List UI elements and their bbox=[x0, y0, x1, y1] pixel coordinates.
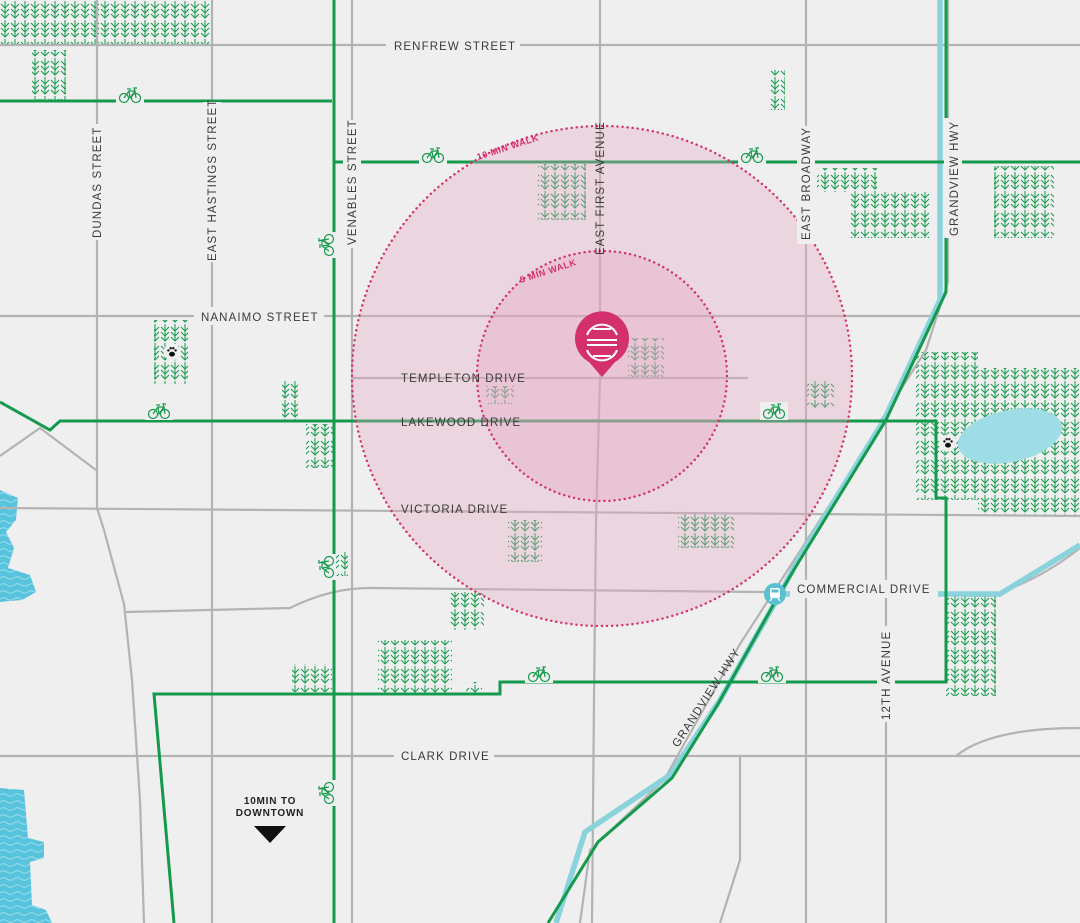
street-label-templeton: TEMPLETON DRIVE bbox=[401, 373, 526, 385]
street-label-east-first: EAST FIRST AVENUE bbox=[595, 121, 607, 255]
bike-icon bbox=[145, 402, 173, 420]
bike-icon bbox=[316, 780, 336, 806]
bike-icon bbox=[758, 665, 786, 683]
transit-station-icon bbox=[764, 583, 786, 605]
street-label-east-broadway: EAST BROADWAY bbox=[801, 127, 813, 240]
water bbox=[0, 490, 52, 923]
street-label-grandview-diagonal: GRANDVIEW HWY bbox=[670, 646, 743, 749]
bike-icon bbox=[419, 146, 447, 164]
street-label-lakewood: LAKEWOOD DRIVE bbox=[401, 417, 521, 429]
neighbourhood-map: 10 MIN WALK 5 MIN WALK RENFREW STREET NA… bbox=[0, 0, 1080, 923]
bike-icon bbox=[738, 146, 766, 164]
street-label-commercial: COMMERCIAL DRIVE bbox=[797, 584, 930, 596]
street-label-victoria: VICTORIA DRIVE bbox=[401, 504, 508, 516]
downtown-label-line2: DOWNTOWN bbox=[236, 808, 304, 819]
paw-icon bbox=[163, 343, 181, 361]
downtown-indicator: 10MIN TO DOWNTOWN bbox=[236, 796, 304, 843]
paw-icon bbox=[939, 434, 957, 452]
bike-icon bbox=[316, 232, 336, 258]
bike-icon bbox=[316, 554, 336, 580]
street-label-grandview-north: GRANDVIEW HWY bbox=[949, 121, 961, 236]
street-label-renfrew: RENFREW STREET bbox=[394, 41, 516, 53]
street-label-east-hastings: EAST HASTINGS STREET bbox=[207, 99, 219, 261]
street-label-nanaimo: NANAIMO STREET bbox=[201, 312, 319, 324]
downtown-label-line1: 10MIN TO bbox=[244, 796, 296, 807]
bike-icon bbox=[116, 86, 144, 104]
street-label-clark: CLARK DRIVE bbox=[401, 751, 490, 763]
street-label-dundas: DUNDAS STREET bbox=[92, 127, 104, 238]
bike-icon bbox=[525, 665, 553, 683]
street-label-venables: VENABLES STREET bbox=[347, 119, 359, 245]
bike-icon bbox=[760, 402, 788, 420]
down-arrow-icon bbox=[254, 826, 286, 843]
street-label-12th-avenue: 12TH AVENUE bbox=[881, 631, 893, 720]
